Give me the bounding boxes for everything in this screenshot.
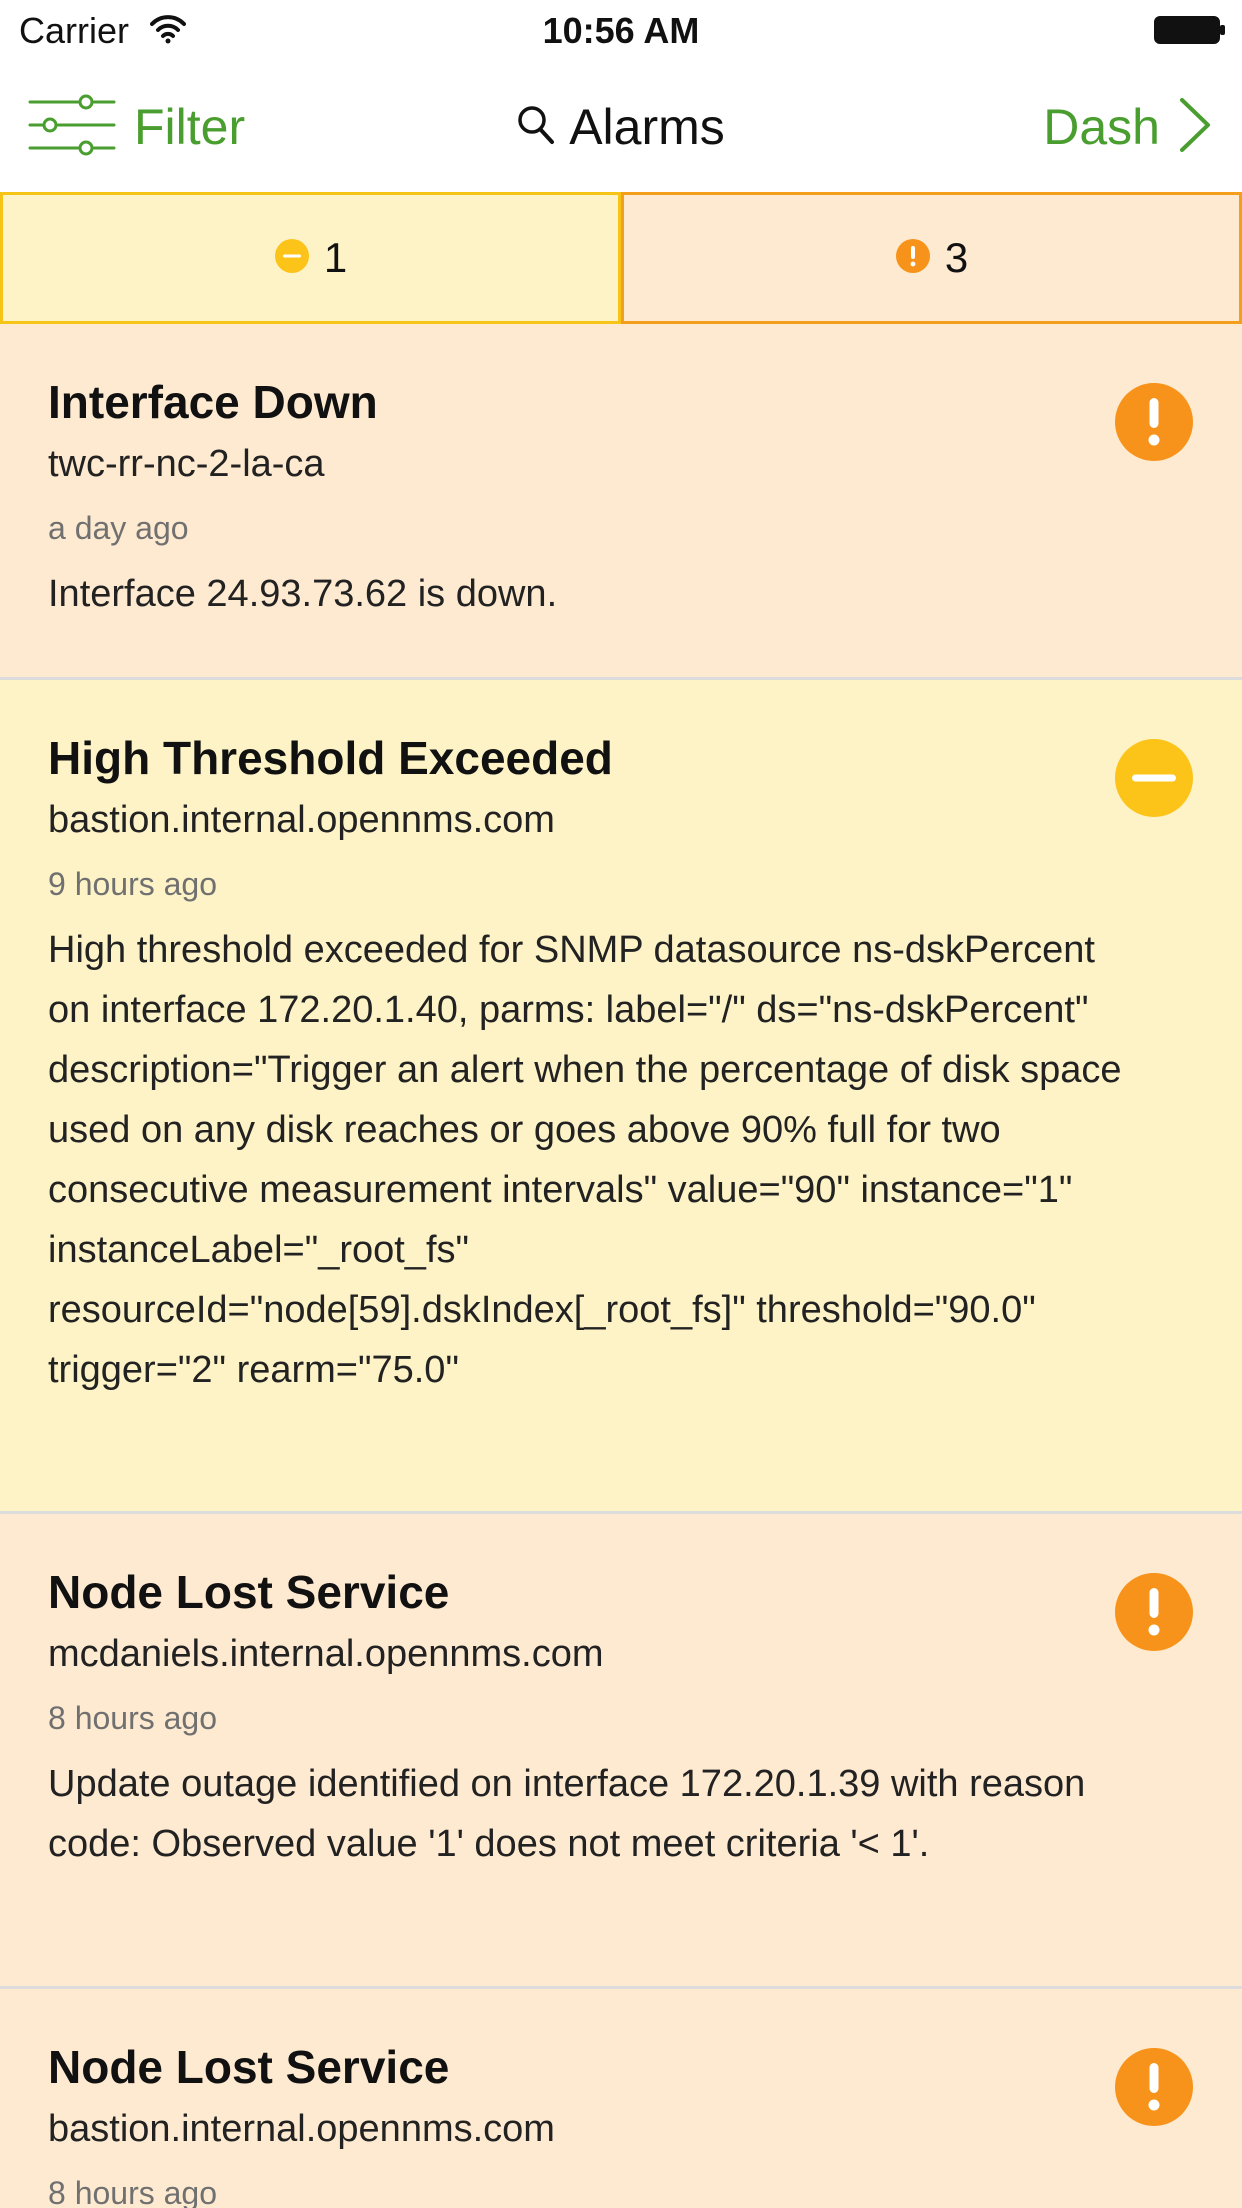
alarm-row[interactable]: Node Lost Service mcdaniels.internal.ope… — [0, 1514, 1242, 1989]
severity-tabs: 1 3 — [0, 192, 1242, 324]
alarm-time: 9 hours ago — [48, 866, 218, 902]
tab-minor-count: 1 — [323, 234, 348, 281]
minus-circle-icon — [274, 238, 324, 279]
minus-circle-icon — [1114, 738, 1194, 818]
alarm-time: a day ago — [48, 510, 189, 546]
navigation-bar: Filter Alarms Dash — [0, 62, 1242, 192]
alarm-host: twc-rr-nc-2-la-ca — [48, 443, 325, 485]
alarm-description: Update outage identified on interface 17… — [48, 1763, 1086, 1865]
alarm-time: 8 hours ago — [48, 1700, 218, 1736]
alarm-list: Interface Down twc-rr-nc-2-la-ca a day a… — [0, 324, 1242, 2208]
battery-icon — [1154, 15, 1226, 45]
alarm-title: Interface Down — [48, 376, 378, 428]
page-title-label: Alarms — [569, 99, 725, 155]
alarm-time: 8 hours ago — [48, 2175, 218, 2208]
dash-button[interactable]: Dash — [1043, 92, 1212, 162]
status-bar: Carrier 10:56 AM — [0, 0, 1242, 62]
alarm-host: mcdaniels.internal.opennms.com — [48, 1633, 604, 1675]
alarm-title: Node Lost Service — [48, 1566, 450, 1618]
alarm-title: Node Lost Service — [48, 2041, 450, 2093]
tab-minor[interactable]: 1 — [0, 192, 621, 324]
search-icon — [517, 105, 569, 150]
exclamation-circle-icon — [1114, 382, 1194, 462]
alarm-row[interactable]: High Threshold Exceeded bastion.internal… — [0, 680, 1242, 1514]
chevron-right-icon — [1160, 97, 1212, 158]
alarm-host: bastion.internal.opennms.com — [48, 799, 555, 841]
alarm-description: Interface 24.93.73.62 is down. — [48, 573, 558, 615]
clock-time: 10:56 AM — [542, 10, 700, 51]
tab-major-count: 3 — [944, 234, 969, 281]
alarm-row[interactable]: Node Lost Service bastion.internal.openn… — [0, 1989, 1242, 2208]
alarm-description: High threshold exceeded for SNMP datasou… — [48, 929, 1122, 1391]
alarms-screen: Carrier 10:56 AM Filter Alarms Dash 1 3 … — [0, 0, 1242, 2208]
alarm-title: High Threshold Exceeded — [48, 732, 613, 784]
alarm-host: bastion.internal.opennms.com — [48, 2108, 555, 2150]
exclamation-circle-icon — [895, 238, 945, 279]
exclamation-circle-icon — [1114, 2047, 1194, 2127]
exclamation-circle-icon — [1114, 1572, 1194, 1652]
dash-label: Dash — [1043, 99, 1160, 155]
tab-major[interactable]: 3 — [621, 192, 1242, 324]
alarm-row[interactable]: Interface Down twc-rr-nc-2-la-ca a day a… — [0, 324, 1242, 680]
